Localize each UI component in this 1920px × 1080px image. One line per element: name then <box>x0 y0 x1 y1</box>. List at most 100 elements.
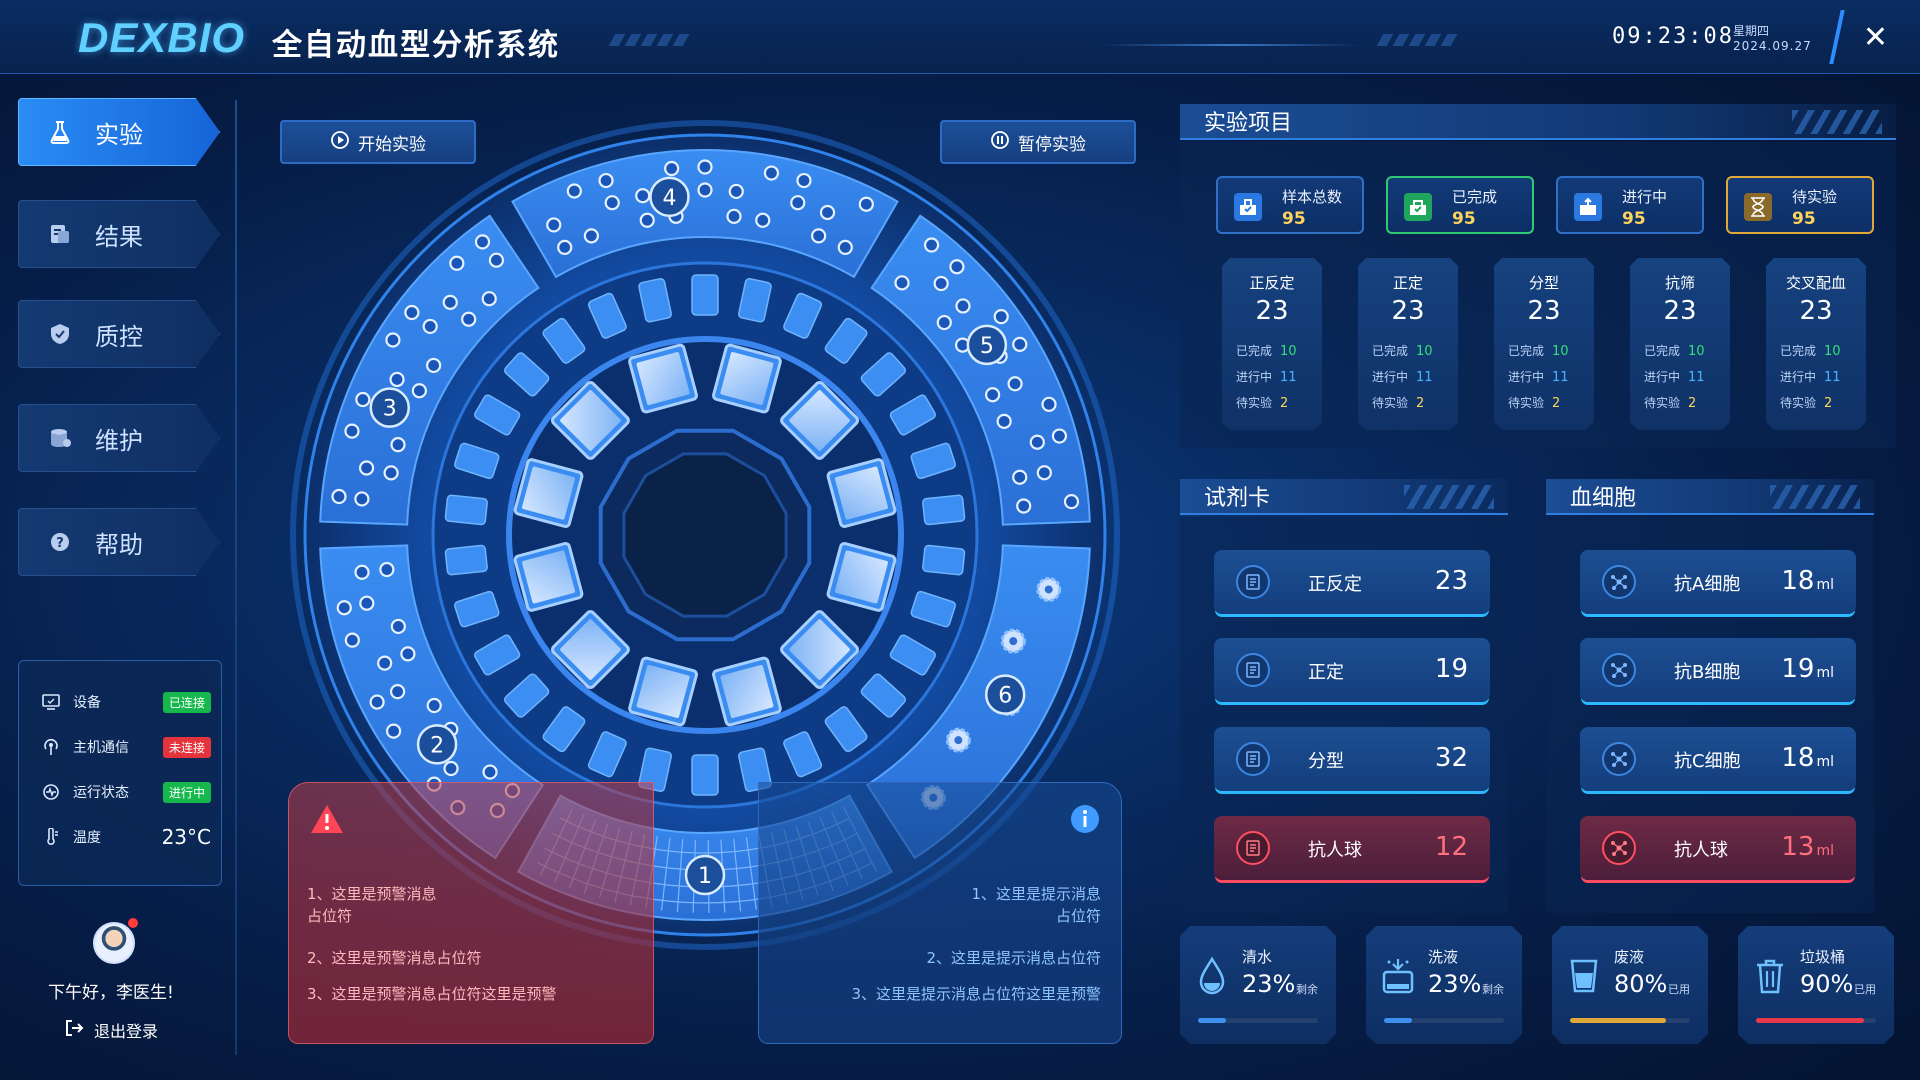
run-status-badge: 进行中 <box>162 781 211 803</box>
reagent-slot <box>444 494 488 526</box>
info-line-3: 3、这里是提示消息占位符这里是预警 <box>851 985 1101 1003</box>
sample-hole <box>811 228 827 244</box>
sample-hole <box>379 561 395 578</box>
molecule-icon <box>1602 831 1636 865</box>
info-panel: 1、这里是提示消息占位符 2、这里是提示消息占位符 3、这里是提示消息占位符这里… <box>758 782 1122 1044</box>
header-decoration <box>1376 34 1458 46</box>
device-status-panel: 设备 已连接 主机通信 未连接 运行状态 进行中 温度 23°C <box>18 660 222 886</box>
sample-hole <box>837 239 853 255</box>
notification-dot <box>128 918 138 928</box>
reagent-slot <box>922 494 966 526</box>
sidebar-item-label: 帮助 <box>95 530 143 559</box>
app-title: 全自动血型分析系统 <box>272 28 560 63</box>
molecule-icon <box>1602 742 1636 776</box>
reagent-item[interactable]: 正定 19 <box>1214 638 1490 702</box>
sidebar-item-maintenance[interactable]: 维护 <box>18 404 220 472</box>
sample-hole <box>389 371 405 388</box>
liquid-name: 废液 <box>1614 948 1645 966</box>
logout-label: 退出登录 <box>94 1022 159 1041</box>
device-status-row: 设备 已连接 <box>41 689 211 715</box>
blood-cell-item-alert[interactable]: 抗人球 13 ml <box>1580 816 1856 880</box>
reagent-item[interactable]: 分型 32 <box>1214 727 1490 791</box>
sample-hole <box>933 275 949 292</box>
liquid-percent: 90% <box>1800 970 1854 998</box>
test-type-card: 交叉配血 23 已完成 10 进行中 11 待实验 2 <box>1766 258 1866 430</box>
sample-hole <box>697 159 713 175</box>
zone-number: 4 <box>662 186 676 211</box>
sample-hole <box>639 212 655 228</box>
zone-number: 6 <box>998 684 1012 709</box>
trash-icon <box>1752 954 1788 998</box>
sample-hole <box>819 204 836 221</box>
reagent-card-icon <box>1236 742 1270 776</box>
liquid-level-bar <box>1570 1018 1690 1023</box>
reagent-name: 正定 <box>1308 662 1344 683</box>
greeting-text: 下午好，李医生! <box>48 983 174 1003</box>
test-type-total: 23 <box>1255 296 1289 326</box>
run-label: 运行状态 <box>73 785 129 801</box>
summary-value: 95 <box>1452 209 1476 229</box>
close-button[interactable]: ✕ <box>1829 10 1919 64</box>
reagent-slot <box>691 274 719 316</box>
sample-hole <box>583 228 599 244</box>
blood-cell-item[interactable]: 抗B细胞 19 ml <box>1580 638 1856 702</box>
zone-number: 1 <box>698 864 712 889</box>
comm-status-row: 主机通信 未连接 <box>41 734 211 760</box>
gear-hole-center <box>1009 637 1018 646</box>
warning-line-2: 2、这里是预警消息占位符 <box>307 949 482 967</box>
liquid-name: 垃圾桶 <box>1800 948 1846 966</box>
blood-cell-item[interactable]: 抗A细胞 18 ml <box>1580 550 1856 614</box>
reagent-card-icon <box>1236 831 1270 865</box>
reagent-item[interactable]: 正反定 23 <box>1214 550 1490 614</box>
summary-label: 进行中 <box>1622 188 1668 206</box>
sample-hole <box>482 764 498 780</box>
result-icon <box>45 219 75 249</box>
temperature-label: 温度 <box>73 830 101 846</box>
logout-button[interactable]: 退出登录 <box>64 1018 158 1042</box>
sample-hole <box>331 488 347 505</box>
summary-label: 已完成 <box>1452 188 1498 206</box>
waste-cup-icon <box>1566 954 1602 998</box>
liquid-level-bar <box>1384 1018 1504 1023</box>
done-box-icon <box>1404 193 1432 221</box>
sample-hole <box>1007 376 1023 392</box>
comm-status-badge: 未连接 <box>162 736 211 758</box>
sidebar-item-label: 维护 <box>95 426 143 455</box>
monitor-icon <box>41 694 61 710</box>
device-status-badge: 已连接 <box>162 691 211 713</box>
sample-hole <box>993 309 1009 325</box>
close-icon: ✕ <box>1863 19 1889 55</box>
sample-hole <box>1016 498 1032 514</box>
avatar[interactable] <box>93 922 135 964</box>
reagent-item-alert[interactable]: 抗人球 12 <box>1214 816 1490 880</box>
blood-cell-name: 抗C细胞 <box>1674 751 1741 772</box>
blood-cell-volume: 13 ml <box>1781 832 1834 862</box>
sample-hole <box>386 723 402 739</box>
reagent-slot <box>922 544 966 576</box>
liquid-note: 已用 <box>1854 983 1876 996</box>
sample-hole <box>1012 336 1028 352</box>
test-type-card: 正反定 23 已完成 10 进行中 11 待实验 2 <box>1222 258 1322 430</box>
sample-hole <box>546 217 562 233</box>
sample-hole <box>1051 428 1068 444</box>
liquid-note: 已用 <box>1668 983 1690 996</box>
database-icon <box>45 423 75 453</box>
sample-hole <box>955 298 971 314</box>
sample-hole <box>598 172 614 189</box>
sample-hole <box>359 595 375 611</box>
sample-hole <box>404 304 420 321</box>
app-logo: DEXBIO <box>78 14 246 61</box>
sample-hole <box>985 387 1001 403</box>
reagent-name: 分型 <box>1308 751 1344 772</box>
sidebar-item-experiment[interactable]: 实验 <box>18 98 220 166</box>
sidebar-item-help[interactable]: ? 帮助 <box>18 508 220 576</box>
reagent-card-icon <box>1236 565 1270 599</box>
sidebar-item-results[interactable]: 结果 <box>18 200 220 268</box>
reagent-count: 23 <box>1434 566 1468 596</box>
sidebar-item-quality[interactable]: 质控 <box>18 300 220 368</box>
test-type-total: 23 <box>1663 296 1697 326</box>
done-count: 已完成 10 <box>1372 344 1433 359</box>
sample-hole <box>354 491 370 507</box>
sample-hole <box>557 239 573 255</box>
blood-cell-item[interactable]: 抗C细胞 18 ml <box>1580 727 1856 791</box>
